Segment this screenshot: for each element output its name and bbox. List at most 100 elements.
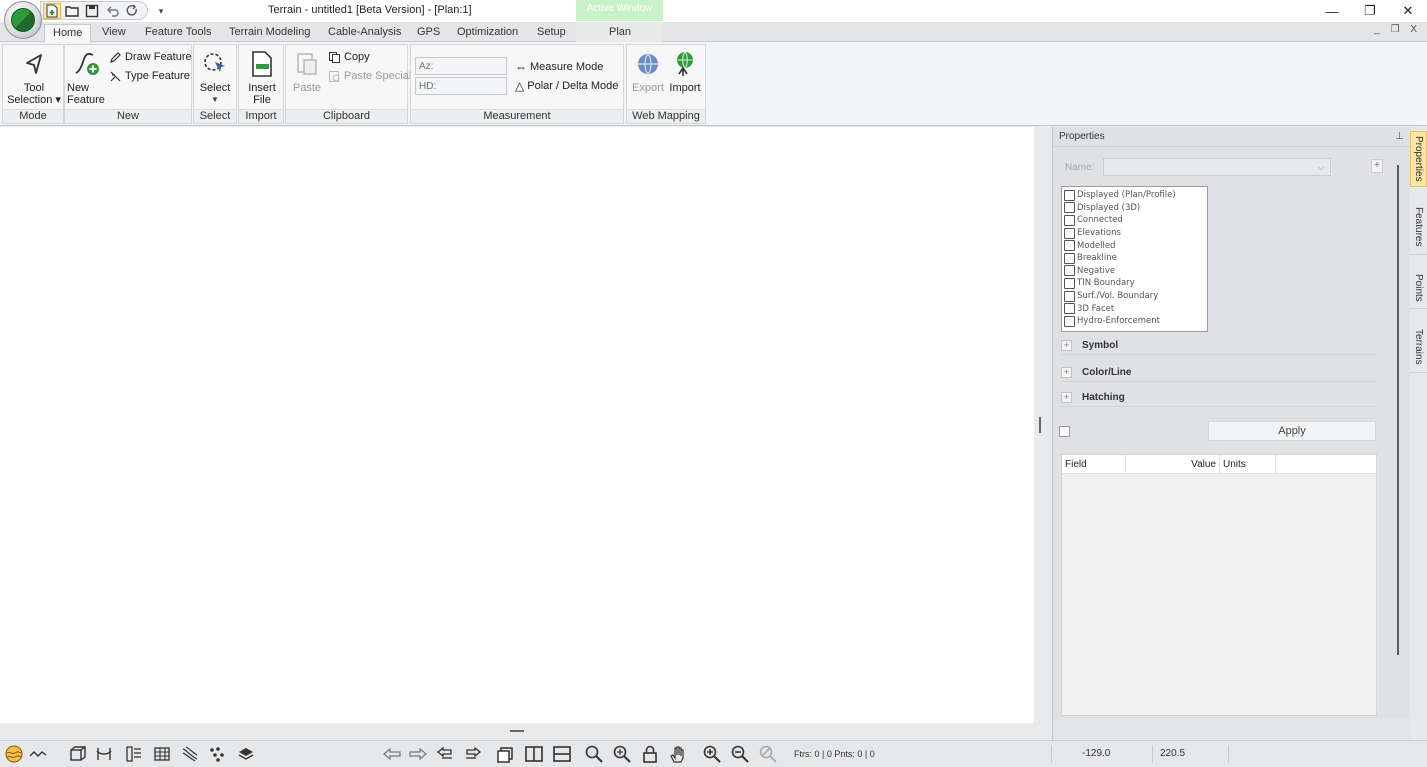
customize-qat-icon[interactable]: ▾ (156, 3, 166, 19)
checkbox[interactable] (1064, 240, 1075, 252)
add-name-button[interactable]: + (1371, 159, 1383, 173)
column-value[interactable]: Value (1126, 455, 1220, 474)
checkbox[interactable] (1064, 202, 1075, 214)
cable-icon[interactable] (94, 744, 114, 764)
maximize-button[interactable]: ❐ (1351, 0, 1389, 22)
apply-checkbox[interactable] (1059, 426, 1070, 437)
horizontal-distance-input[interactable] (415, 77, 507, 95)
table-icon[interactable] (152, 744, 172, 764)
side-tab-points[interactable]: Points (1410, 267, 1427, 309)
column-units[interactable]: Units (1220, 455, 1276, 474)
export-button[interactable]: Export (631, 48, 665, 94)
paste-button[interactable]: Paste (288, 48, 326, 94)
side-tab-features[interactable]: Features (1410, 199, 1427, 255)
pin-icon[interactable]: ⊥ (1395, 127, 1404, 147)
zoom-previous-icon[interactable] (758, 744, 778, 764)
checkbox[interactable] (1064, 290, 1075, 302)
layers-list-icon[interactable] (124, 744, 144, 764)
flag-surf-vol-boundary[interactable]: Surf./Vol. Boundary (1064, 290, 1205, 303)
tab-terrain-modeling[interactable]: Terrain Modeling (227, 24, 312, 42)
expand-icon[interactable]: + (1061, 340, 1072, 351)
new-file-icon[interactable] (43, 2, 61, 19)
section-symbol[interactable]: + Symbol (1061, 337, 1377, 355)
profile-line-icon[interactable] (28, 744, 48, 764)
flag-breakline[interactable]: Breakline (1064, 252, 1205, 265)
checkbox[interactable] (1064, 189, 1075, 201)
hand-pan-icon[interactable] (668, 744, 688, 764)
minimize-button[interactable]: — (1313, 0, 1351, 22)
panel-splitter-grip[interactable] (1039, 417, 1041, 433)
flag-displayed-3d[interactable]: Displayed (3D) (1064, 202, 1205, 215)
attribute-grid[interactable]: Field Value Units (1061, 454, 1377, 716)
expand-icon[interactable]: + (1061, 367, 1072, 378)
flag-tin-boundary[interactable]: TIN Boundary (1064, 277, 1205, 290)
new-feature-button[interactable]: New Feature (67, 48, 107, 106)
contours-icon[interactable] (180, 744, 200, 764)
checkbox[interactable] (1064, 227, 1075, 239)
draw-feature-button[interactable]: Draw Feature (109, 49, 192, 65)
tab-cable-analysis[interactable]: Cable-Analysis (326, 24, 403, 42)
cascade-windows-icon[interactable] (496, 744, 516, 764)
apply-button[interactable]: Apply (1208, 421, 1376, 441)
section-hatching[interactable]: + Hatching (1061, 389, 1377, 407)
application-menu-button[interactable] (4, 1, 42, 39)
pan-right-icon[interactable] (408, 744, 428, 764)
tab-plan[interactable]: Plan (607, 24, 633, 42)
terrain-toggle-icon[interactable] (4, 744, 24, 764)
measure-mode-button[interactable]: ⇔ Measure Mode (515, 59, 603, 75)
select-button[interactable]: Select ▼ (196, 48, 234, 106)
lock-icon[interactable] (640, 744, 660, 764)
tab-gps[interactable]: GPS (415, 24, 442, 42)
tab-optimization[interactable]: Optimization (455, 24, 520, 42)
flag-displayed-plan-profile[interactable]: Displayed (Plan/Profile) (1064, 189, 1205, 202)
save-icon[interactable] (83, 3, 101, 19)
side-tab-terrains[interactable]: Terrains (1410, 321, 1427, 373)
flag-elevations[interactable]: Elevations (1064, 227, 1205, 240)
tab-home[interactable]: Home (44, 24, 92, 43)
flag-hydro-enforcement[interactable]: Hydro-Enforcement (1064, 315, 1205, 328)
insert-file-button[interactable]: Insert File (243, 48, 281, 106)
plan-view-canvas[interactable] (0, 127, 1034, 723)
expand-icon[interactable]: + (1061, 392, 1072, 403)
redo-icon[interactable] (123, 3, 141, 19)
cube-icon[interactable] (68, 744, 88, 764)
tool-selection-button[interactable]: Tool Selection ▾ (6, 48, 62, 106)
copy-button[interactable]: Copy (328, 49, 370, 65)
undo-icon[interactable] (103, 3, 121, 19)
checkbox[interactable] (1064, 214, 1075, 226)
tile-vertical-icon[interactable] (524, 744, 544, 764)
previous-view-icon[interactable] (436, 744, 456, 764)
column-field[interactable]: Field (1062, 455, 1126, 474)
open-folder-icon[interactable] (63, 3, 81, 19)
polar-delta-mode-button[interactable]: △ Polar / Delta Mode (515, 78, 618, 94)
zoom-icon[interactable] (584, 744, 604, 764)
paste-special-button[interactable]: Paste Special (328, 68, 411, 84)
next-view-icon[interactable] (462, 744, 482, 764)
mdi-window-controls[interactable]: _ ❐ X (1374, 24, 1421, 35)
zoom-extents-icon[interactable] (612, 744, 632, 764)
section-color-line[interactable]: + Color/Line (1061, 364, 1377, 382)
layers-stack-icon[interactable] (236, 744, 256, 764)
flag-3d-facet[interactable]: 3D Facet (1064, 302, 1205, 315)
azimuth-input[interactable] (415, 57, 507, 75)
flag-connected[interactable]: Connected (1064, 214, 1205, 227)
chevron-down-icon[interactable]: ⌵ (1314, 160, 1328, 174)
tab-setup[interactable]: Setup (535, 24, 568, 42)
name-combobox[interactable]: ⌵ (1103, 158, 1331, 176)
checkbox[interactable] (1064, 277, 1075, 289)
close-button[interactable]: ✕ (1389, 0, 1427, 22)
import-button[interactable]: Import (667, 48, 703, 94)
tab-view[interactable]: View (100, 24, 128, 42)
tab-feature-tools[interactable]: Feature Tools (143, 24, 213, 42)
type-feature-button[interactable]: Type Feature (109, 68, 190, 84)
zoom-out-icon[interactable] (730, 744, 750, 764)
flag-modelled[interactable]: Modelled (1064, 239, 1205, 252)
checkbox[interactable] (1064, 265, 1075, 277)
flag-negative[interactable]: Negative (1064, 265, 1205, 278)
pan-left-icon[interactable] (382, 744, 402, 764)
side-tab-properties[interactable]: Properties (1410, 131, 1427, 187)
checkbox[interactable] (1064, 252, 1075, 264)
points-icon[interactable] (207, 744, 227, 764)
zoom-in-icon[interactable] (702, 744, 722, 764)
checkbox[interactable] (1064, 315, 1075, 327)
